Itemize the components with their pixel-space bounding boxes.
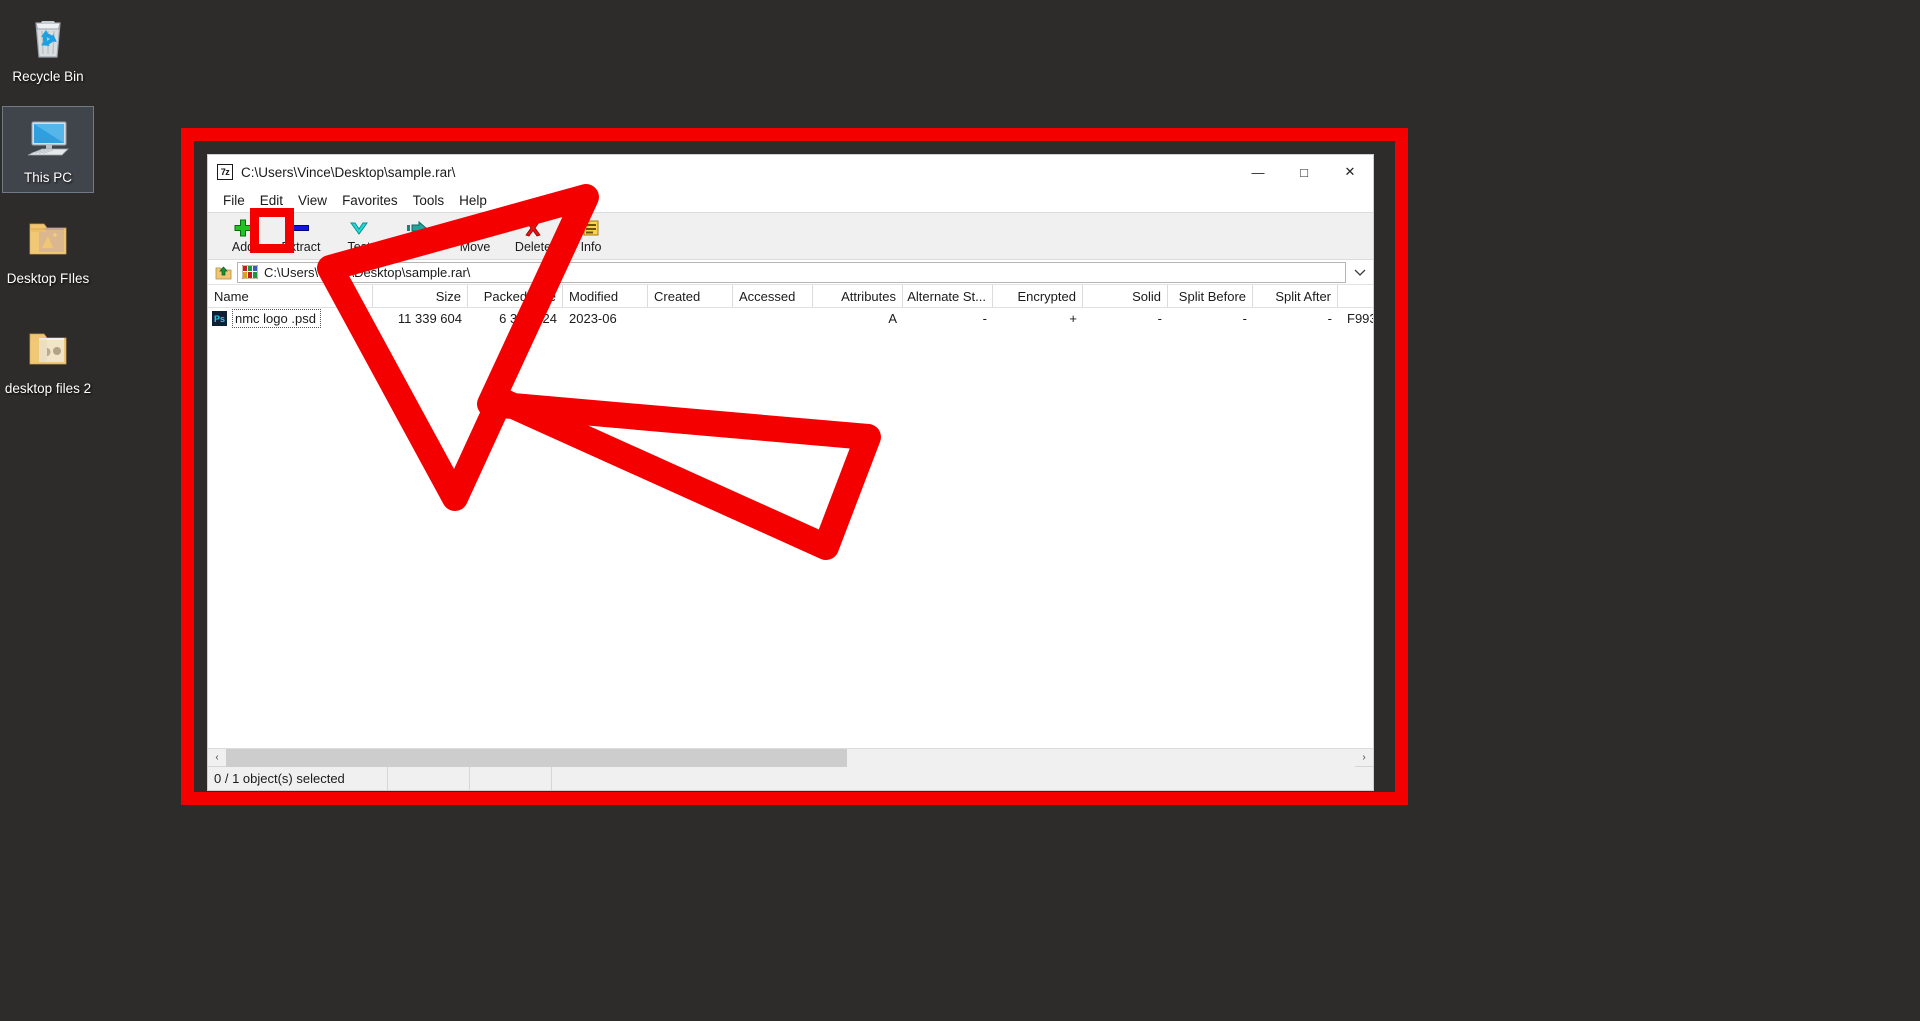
file-name-text: nmc logo .psd xyxy=(235,311,316,326)
address-input[interactable]: C:\Users\Vince\Desktop\sample.rar\ xyxy=(237,261,1346,283)
toolbar-button-info[interactable]: Info xyxy=(562,213,620,259)
file-attributes-cell: A xyxy=(888,311,897,326)
status-cell-3 xyxy=(470,767,552,790)
desktop-icon-label: desktop files 2 xyxy=(4,381,92,396)
desktop-icon-desktop-files-2[interactable]: desktop files 2 xyxy=(2,318,94,403)
maximize-button[interactable]: □ xyxy=(1281,155,1327,189)
minimize-button[interactable]: — xyxy=(1235,155,1281,189)
toolbar-label: Copy xyxy=(402,240,432,254)
column-header-created[interactable]: Created xyxy=(648,285,733,307)
folder-icon xyxy=(22,322,74,374)
this-pc-icon xyxy=(22,111,74,163)
status-cell-2 xyxy=(388,767,470,790)
address-bar: C:\Users\Vince\Desktop\sample.rar\ xyxy=(208,260,1373,285)
column-header-name[interactable]: Name xyxy=(208,285,373,307)
close-button[interactable]: ✕ xyxy=(1327,155,1373,189)
address-value: C:\Users\Vince\Desktop\sample.rar\ xyxy=(264,264,471,280)
scrollbar-thumb[interactable] xyxy=(226,748,847,767)
file-crc-cell: F99303E8 xyxy=(1347,311,1373,326)
file-split-before-cell: - xyxy=(1242,311,1247,326)
info-icon xyxy=(580,218,602,238)
column-header-encrypted[interactable]: Encrypted xyxy=(993,285,1083,307)
menu-bar: File Edit View Favorites Tools Help xyxy=(208,189,1373,212)
file-split-after-cell: - xyxy=(1327,311,1332,326)
file-packed-size-cell: 6 315 424 xyxy=(499,311,557,326)
toolbar-label: Info xyxy=(580,240,602,254)
toolbar-label: Test xyxy=(347,240,371,254)
column-header-crc[interactable]: CRC xyxy=(1338,285,1373,307)
desktop-icon-desktop-files[interactable]: Desktop FIles xyxy=(2,208,94,293)
file-modified-cell: 2023-06 xyxy=(569,311,617,326)
status-cell-4 xyxy=(552,767,1373,790)
folder-icon xyxy=(22,212,74,264)
minus-icon xyxy=(290,218,312,238)
menu-item-file[interactable]: File xyxy=(216,191,252,210)
desktop-icon-label: This PC xyxy=(23,170,72,185)
toolbar-button-add[interactable]: Add xyxy=(214,213,272,259)
column-header-modified[interactable]: Modified xyxy=(563,285,648,307)
toolbar: Add Extract Test Copy Move Delete Info xyxy=(208,212,1373,260)
window-title: C:\Users\Vince\Desktop\sample.rar\ xyxy=(241,164,456,180)
horizontal-scrollbar[interactable]: ‹ › xyxy=(208,748,1373,767)
column-header-size[interactable]: Size xyxy=(373,285,468,307)
plus-icon xyxy=(232,218,254,238)
chevron-down-icon[interactable] xyxy=(1351,267,1369,277)
toolbar-label: Delete xyxy=(514,240,552,254)
column-header-split-after[interactable]: Split After xyxy=(1253,285,1338,307)
file-encrypted-cell: + xyxy=(1069,311,1077,326)
column-header-solid[interactable]: Solid xyxy=(1083,285,1168,307)
menu-item-view[interactable]: View xyxy=(291,191,334,210)
toolbar-button-move[interactable]: Move xyxy=(446,213,504,259)
move-arrow-icon xyxy=(464,218,486,238)
menu-item-tools[interactable]: Tools xyxy=(406,191,452,210)
menu-item-help[interactable]: Help xyxy=(452,191,494,210)
up-folder-icon[interactable] xyxy=(214,263,232,281)
column-header-attributes[interactable]: Attributes xyxy=(813,285,903,307)
desktop-icon-label: Recycle Bin xyxy=(12,69,84,84)
scrollbar-track[interactable] xyxy=(226,748,1355,767)
desktop-icon-label: Desktop FIles xyxy=(6,271,90,286)
chevron-down-icon xyxy=(348,218,370,238)
column-header-alternate[interactable]: Alternate St... xyxy=(903,285,993,307)
seven-zip-window: 7z C:\Users\Vince\Desktop\sample.rar\ — … xyxy=(208,155,1373,790)
column-header-accessed[interactable]: Accessed xyxy=(733,285,813,307)
recycle-bin-icon xyxy=(22,10,74,62)
photoshop-file-icon: Ps xyxy=(212,311,227,326)
desktop-icon-recycle-bin[interactable]: Recycle Bin xyxy=(2,6,94,91)
status-selection: 0 / 1 object(s) selected xyxy=(208,767,388,790)
file-accessed-cell xyxy=(733,308,813,329)
file-list[interactable]: Ps nmc logo .psd 11 339 604 6 315 424 20… xyxy=(208,308,1373,748)
file-name-focus-box: nmc logo .psd xyxy=(232,309,321,328)
menu-item-edit[interactable]: Edit xyxy=(253,191,290,210)
desktop-icon-this-pc[interactable]: This PC xyxy=(2,106,94,193)
copy-arrow-icon xyxy=(406,218,428,238)
toolbar-button-test[interactable]: Test xyxy=(330,213,388,259)
file-size-cell: 11 339 604 xyxy=(397,311,462,326)
table-row[interactable]: Ps nmc logo .psd 11 339 604 6 315 424 20… xyxy=(208,308,1373,329)
toolbar-button-delete[interactable]: Delete xyxy=(504,213,562,259)
column-header-packed-size[interactable]: Packed Size xyxy=(468,285,563,307)
seven-zip-app-icon: 7z xyxy=(217,164,233,180)
toolbar-label: Add xyxy=(231,240,255,254)
x-icon xyxy=(522,218,544,238)
window-controls: — □ ✕ xyxy=(1235,155,1373,189)
toolbar-label: Extract xyxy=(281,240,321,254)
column-header-row: Name Size Packed Size Modified Created A… xyxy=(208,285,1373,308)
status-bar: 0 / 1 object(s) selected xyxy=(208,766,1373,790)
toolbar-button-copy[interactable]: Copy xyxy=(388,213,446,259)
scroll-left-arrow[interactable]: ‹ xyxy=(208,748,226,767)
file-alternate-cell: - xyxy=(982,311,987,326)
rar-archive-icon xyxy=(241,264,259,280)
file-name-cell[interactable]: Ps nmc logo .psd xyxy=(208,308,373,329)
menu-item-favorites[interactable]: Favorites xyxy=(335,191,405,210)
titlebar-left: 7z C:\Users\Vince\Desktop\sample.rar\ xyxy=(208,164,455,180)
file-solid-cell: - xyxy=(1157,311,1162,326)
column-header-split-before[interactable]: Split Before xyxy=(1168,285,1253,307)
toolbar-label: Move xyxy=(459,240,491,254)
window-titlebar[interactable]: 7z C:\Users\Vince\Desktop\sample.rar\ — … xyxy=(208,155,1373,189)
toolbar-button-extract[interactable]: Extract xyxy=(272,213,330,259)
scroll-right-arrow[interactable]: › xyxy=(1355,748,1373,767)
file-created-cell xyxy=(648,308,733,329)
